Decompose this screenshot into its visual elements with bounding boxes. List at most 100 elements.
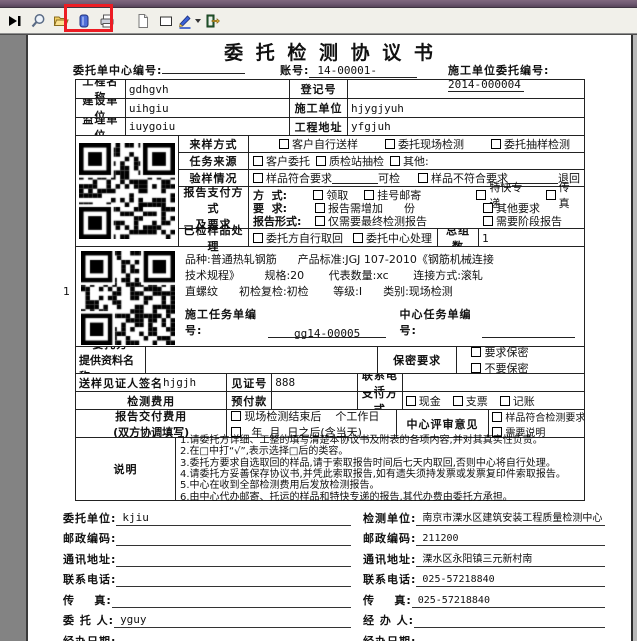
checkbox-icon (476, 190, 486, 200)
footer-value (116, 585, 351, 587)
witness-tel-label: 联系电话 (358, 374, 403, 391)
secrecy-label: 保密要求 (378, 347, 458, 373)
footer-label: 邮政编码: (363, 530, 416, 546)
footer-label: 传 真: (363, 592, 412, 608)
method-opt3: 委托抽样检测 (491, 136, 570, 152)
account-label: 账号: (280, 64, 309, 77)
footer-label: 委托单位: (63, 510, 116, 526)
checkbox-icon (353, 233, 363, 243)
report-page: 委 托 检 测 协 议 书 委托单中心编号: 账号:14-00001- 施工单位… (30, 35, 631, 641)
checkbox-icon (253, 233, 263, 243)
blank-button (119, 10, 131, 32)
page-left-margin (0, 35, 28, 641)
project-name-value: gdhgvh (126, 80, 290, 98)
footer-value: 025-57218840 (412, 595, 605, 608)
entrust-no-label: 施工单位委托编号: (448, 64, 549, 77)
note-item: 3.委托方要求自选取回的样品,请于索取报告时间后七天内取回,否则中心将自行处理。 (180, 458, 580, 469)
material-label: 委托方 提供资料名称 (76, 347, 146, 373)
advance-value (272, 392, 358, 409)
checkbox-icon (483, 216, 493, 226)
footer-value: kjiu (116, 511, 351, 526)
handle-label: 已检样品处理 (179, 229, 249, 247)
edit-pen-button[interactable] (178, 10, 200, 32)
review-label: 中心评审意见 (397, 410, 490, 437)
note-item: 2.在□中打“√”,表示选择□后的类容。 (180, 446, 580, 457)
task-no-value: gg14-00005 (268, 327, 387, 338)
note-item: 1.请委托方详细、工整的填写清楚本协议书及附表的各项内容,并对其真实性负责。 (180, 435, 580, 446)
print-highlight-annotation (64, 4, 113, 32)
note-item: 5.中心在收到全部检测费用后发放检测报告。 (180, 480, 580, 491)
verify-opt1: 样品符合要求 (266, 170, 332, 186)
checkbox-icon (492, 412, 502, 422)
footer-label: 经办日期: (363, 633, 416, 641)
center-task-label: 中心任务单编号: (399, 306, 482, 338)
secrecy-opt1: 要求保密 (471, 347, 528, 360)
checkbox-icon (315, 203, 325, 213)
register-no-label: 登记号 (290, 80, 348, 98)
method-label: 来样方式 (179, 136, 249, 152)
construct-unit-value: hjygjyuh (348, 99, 584, 117)
footer-value (116, 565, 351, 567)
table-row: 监理单位 iuygoiu 工程地址 yfgjuh (76, 118, 584, 136)
footer-value: 211200 (416, 533, 605, 546)
row-number: 1 (63, 285, 70, 298)
checkbox-icon (453, 396, 463, 406)
form-opt2: 需要阶段报告 (496, 213, 562, 229)
footer-label: 通讯地址: (63, 551, 116, 567)
sample-desc-line2: 技术规程》 规格:20 代表数量:xc 连接方式:滚轧 (185, 267, 580, 283)
secrecy-row: 委托方 提供资料名称 保密要求 要求保密 不要保密 (76, 347, 584, 374)
handle-opt2: 委托中心处理 (366, 230, 432, 246)
checkbox-icon (471, 363, 481, 373)
rectangle-button[interactable] (155, 10, 177, 32)
footer-value: 025-57218840 (416, 574, 605, 587)
exit-button[interactable] (201, 10, 223, 32)
agreement-table: 工程名称 gdhgvh 登记号 建设单位 uihgiu 施工单位 hjygjyu… (75, 79, 585, 501)
construct-unit-label: 施工单位 (290, 99, 348, 117)
supervise-unit-value: iuygoiu (126, 118, 290, 135)
delivery-opt1: 现场检测结束后 个工作日 (231, 410, 379, 424)
advance-label: 预付款 (227, 392, 272, 409)
checkbox-icon (279, 139, 289, 149)
checkbox-icon (483, 203, 493, 213)
footer-label: 联系电话: (363, 571, 416, 587)
footer-value: 南京市溧水区建筑安装工程质量检测中心 (416, 509, 605, 526)
supervise-unit-label: 监理单位 (76, 118, 126, 135)
checkbox-icon (500, 396, 510, 406)
footer-label: 传 真: (63, 592, 112, 608)
checkbox-icon (471, 347, 481, 357)
exit-door-icon (204, 13, 220, 29)
checkbox-icon (231, 411, 241, 421)
new-page-icon (135, 13, 151, 29)
account-value: 14-00001- (309, 64, 417, 78)
verify-mid: 可检 (378, 170, 400, 186)
checkbox-icon (315, 216, 325, 226)
center-no-underline (162, 63, 245, 74)
app-window: 委 托 检 测 协 议 书 委托单中心编号: 账号:14-00001- 施工单位… (0, 0, 637, 641)
pay-opt1: 现金 (419, 393, 441, 409)
secrecy-opt2: 不要保密 (471, 360, 528, 373)
project-addr-label: 工程地址 (290, 118, 348, 135)
qr-code-1 (76, 136, 179, 246)
checkbox-icon (253, 156, 263, 166)
sample-intake-block: 来样方式 客户自行送样 委托现场检测 委托抽样检测 任务来源 客户委托 质检站抽… (76, 136, 584, 247)
notes-label: 说明 (76, 438, 176, 500)
checkbox-icon (364, 190, 374, 200)
sample-desc-line1: 品种:普通热轧钢筋 产品标准:JGJ 107-2010《钢筋机械连接 (185, 251, 580, 267)
last-record-button[interactable] (4, 10, 26, 32)
sample-detail-block: 品种:普通热轧钢筋 产品标准:JGJ 107-2010《钢筋机械连接 技术规程》… (76, 247, 584, 347)
footer-label: 通讯地址: (363, 551, 416, 567)
checkbox-icon (385, 139, 395, 149)
total-groups-value: 1 (479, 229, 584, 247)
build-unit-label: 建设单位 (76, 99, 126, 117)
checkbox-icon (406, 396, 416, 406)
checkbox-icon (390, 156, 400, 166)
qr-code (79, 143, 175, 239)
new-page-button[interactable] (132, 10, 154, 32)
method-opt2: 委托现场检测 (385, 136, 464, 152)
checkbox-icon (491, 139, 501, 149)
footer-label: 经 办 人: (363, 612, 414, 628)
verify-blank-1 (332, 173, 378, 184)
rectangle-icon (158, 13, 174, 29)
table-row: 工程名称 gdhgvh 登记号 (76, 80, 584, 99)
zoom-button[interactable] (27, 10, 49, 32)
